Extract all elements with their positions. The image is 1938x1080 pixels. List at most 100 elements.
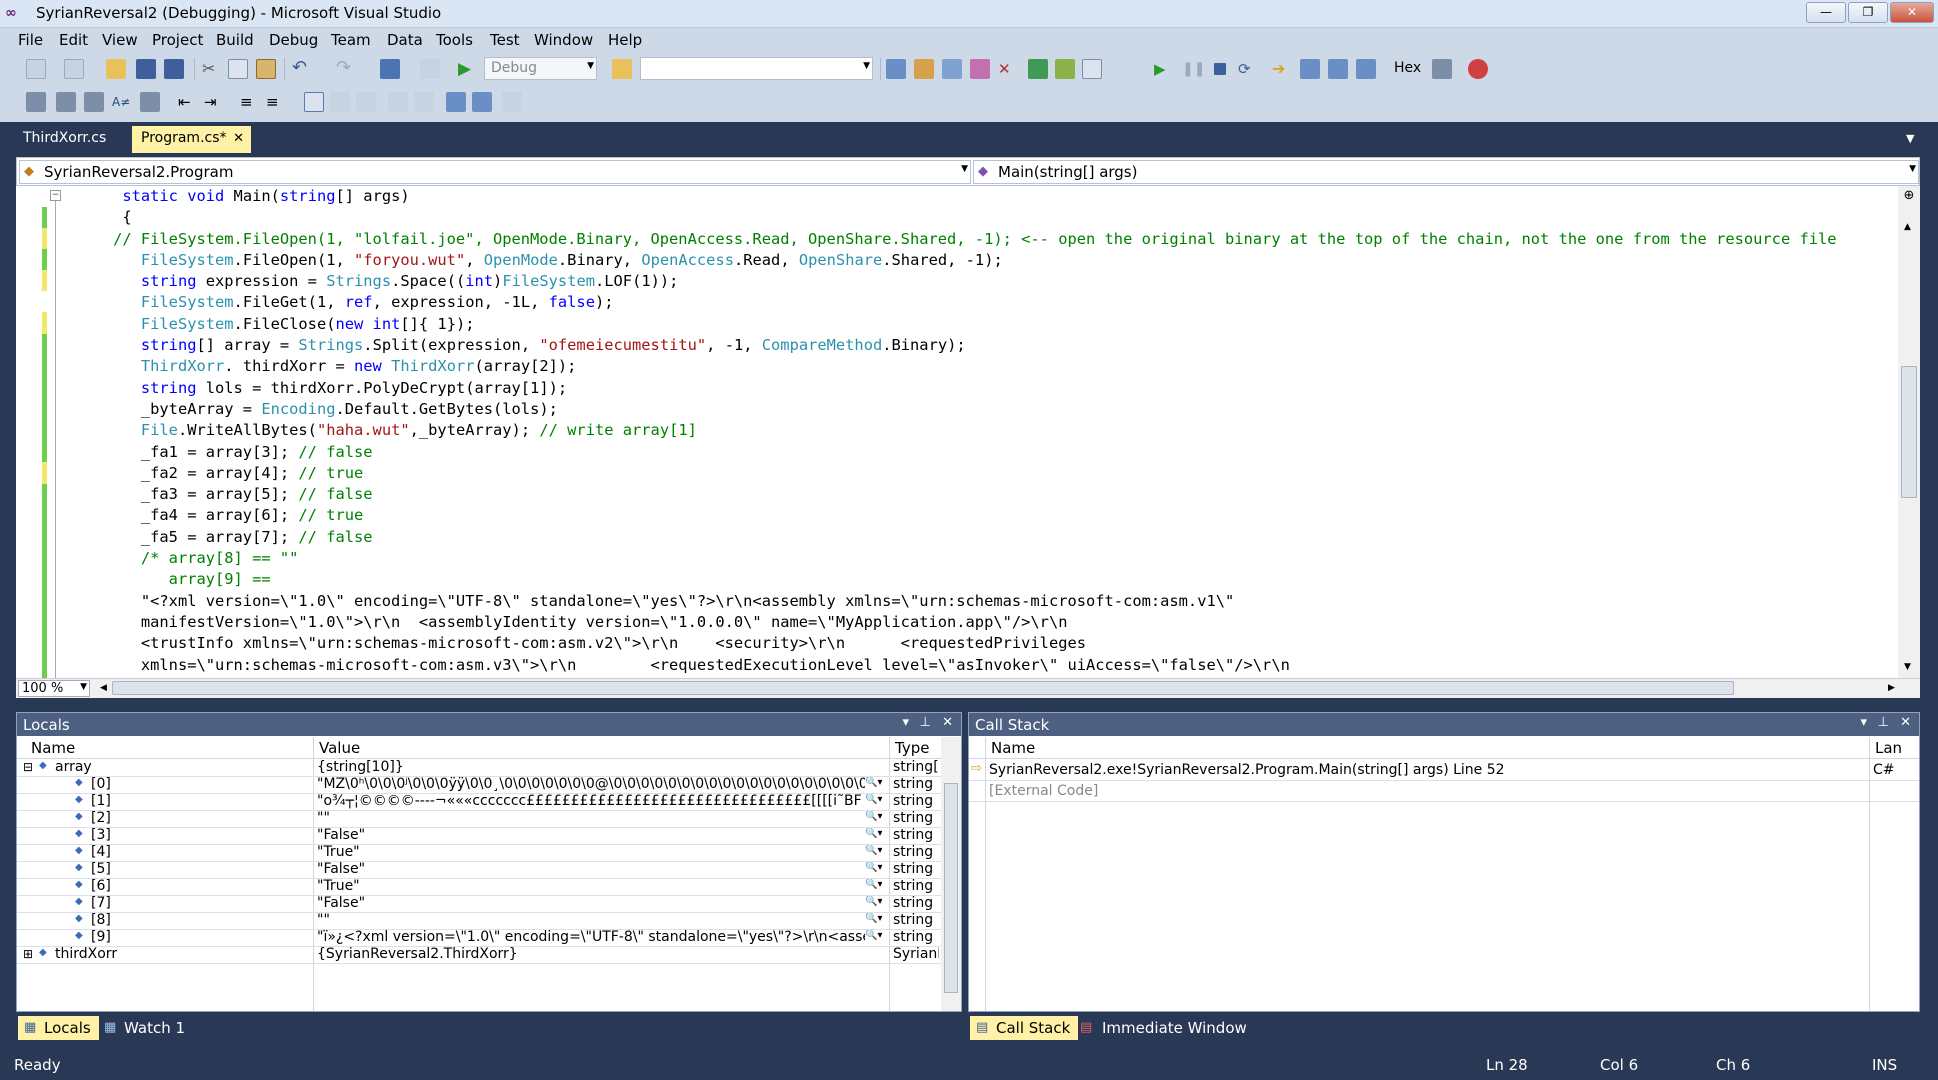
code-line[interactable]: <trustInfo xmlns=\"urn:schemas-microsoft… [76, 633, 1896, 654]
column-name[interactable]: Name [991, 739, 1035, 757]
menu-view[interactable]: View [102, 31, 138, 49]
code-line[interactable]: _fa4 = array[6]; // true [76, 505, 1896, 526]
locals-row[interactable]: ◆ [8] "" 🔍▾ string [17, 912, 941, 930]
locals-scrollbar[interactable] [941, 737, 961, 1011]
menu-help[interactable]: Help [608, 31, 642, 49]
text-visualizer-icon[interactable]: 🔍▾ [865, 777, 882, 788]
type-combo[interactable]: ◆ SyrianReversal2.Program ▼ [19, 160, 971, 184]
window-position-icon[interactable]: ▾ [1860, 715, 1867, 730]
scroll-thumb[interactable] [944, 783, 958, 993]
tab-call-stack[interactable]: ▤ Call Stack [970, 1016, 1079, 1040]
team-explorer-icon[interactable] [1028, 59, 1048, 79]
continue-icon[interactable]: ▶ [1154, 59, 1174, 79]
close-icon[interactable]: ✕ [942, 715, 953, 730]
tab-immediate-window[interactable]: ▤ Immediate Window [1072, 1016, 1255, 1040]
locals-row[interactable]: ⊞ ◆ thirdXorr {SyrianReversal2.ThirdXorr} Sy… [17, 946, 941, 964]
menu-file[interactable]: File [18, 31, 43, 49]
display-object-member-list-icon[interactable] [26, 92, 46, 112]
tab-program[interactable]: Program.cs* ✕ [132, 126, 251, 153]
solution-explorer-icon[interactable] [886, 59, 906, 79]
toggle-bookmark-icon[interactable] [304, 92, 324, 112]
previous-bookmark-icon[interactable] [330, 92, 350, 112]
hex-toggle-button[interactable]: Hex [1394, 60, 1421, 76]
show-next-statement-icon[interactable]: ➔ [1272, 59, 1292, 79]
collapse-icon[interactable]: ⊟ [23, 760, 33, 774]
local-value[interactable]: "o¾┬¦©©©©----¬«««ccccccc££££££££££££££££… [317, 793, 865, 809]
tab-thirdxorr[interactable]: ThirdXorr.cs [14, 126, 115, 153]
pin-icon[interactable]: ⊥ [920, 715, 931, 730]
code-line[interactable]: string lols = thirdXorr.PolyDeCrypt(arra… [76, 378, 1896, 399]
expand-icon[interactable]: ⊞ [23, 947, 33, 961]
display-word-completion-icon[interactable]: A≠ [112, 92, 132, 112]
locals-row[interactable]: ◆ [5] "False" 🔍▾ string [17, 861, 941, 879]
next-bookmark-icon[interactable] [356, 92, 376, 112]
code-line[interactable]: static void Main(string[] args) [76, 186, 1896, 207]
code-line[interactable]: _byteArray = Encoding.Default.GetBytes(l… [76, 399, 1896, 420]
text-visualizer-icon[interactable]: 🔍▾ [865, 930, 882, 941]
toggle-outlining-icon[interactable] [140, 92, 160, 112]
scroll-thumb[interactable] [1901, 366, 1917, 498]
call-stack-row[interactable]: [External Code] [969, 781, 1919, 802]
undo-icon[interactable]: ↶ [292, 59, 312, 79]
breakpoints-icon[interactable] [1468, 59, 1488, 79]
locals-row[interactable]: ◆ [3] "False" 🔍▾ string [17, 827, 941, 845]
menu-test[interactable]: Test [490, 31, 520, 49]
text-visualizer-icon[interactable]: 🔍▾ [865, 811, 882, 822]
menu-tools[interactable]: Tools [436, 31, 473, 49]
code-line[interactable]: _fa3 = array[5]; // false [76, 484, 1896, 505]
split-icon[interactable]: ⊕ [1901, 188, 1917, 204]
open-folder-icon[interactable] [106, 59, 126, 79]
code-line[interactable]: xmlns=\"urn:schemas-microsoft-com:asm.v3… [76, 655, 1896, 676]
hex-display-icon[interactable] [1432, 59, 1452, 79]
code-line[interactable]: _fa5 = array[7]; // false [76, 527, 1896, 548]
column-type[interactable]: Type [895, 739, 929, 757]
scroll-down-icon[interactable]: ▼ [1904, 662, 1911, 672]
local-value[interactable]: "True" [317, 844, 865, 860]
scroll-up-icon[interactable]: ▲ [1904, 222, 1911, 232]
navigate-backward-icon[interactable] [380, 59, 400, 79]
locals-row[interactable]: ◆ [7] "False" 🔍▾ string [17, 895, 941, 913]
member-combo[interactable]: ◆ Main(string[] args) ▼ [973, 160, 1919, 184]
code-line[interactable]: ThirdXorr. thirdXorr = new ThirdXorr(arr… [76, 356, 1896, 377]
step-into-icon[interactable] [1300, 59, 1320, 79]
code-line[interactable]: "<?xml version=\"1.0\" encoding=\"UTF-8\… [76, 591, 1896, 612]
save-icon[interactable] [136, 59, 156, 79]
display-quick-info-icon[interactable] [84, 92, 104, 112]
locals-row[interactable]: ◆ [2] "" 🔍▾ string [17, 810, 941, 828]
close-icon[interactable]: ✕ [233, 131, 244, 146]
local-value[interactable]: "ï»¿<?xml version=\"1.0\" encoding=\"UTF… [317, 929, 865, 945]
stop-debugging-icon[interactable] [1214, 63, 1226, 75]
code-line[interactable]: /* array[8] == "" [76, 548, 1896, 569]
menu-window[interactable]: Window [534, 31, 593, 49]
decrease-indent-icon[interactable]: ⇤ [178, 92, 198, 112]
tab-overflow-icon[interactable]: ▼ [1906, 132, 1914, 145]
menu-project[interactable]: Project [152, 31, 203, 49]
text-visualizer-icon[interactable]: 🔍▾ [865, 862, 882, 873]
close-window-button[interactable]: ✕ [1890, 2, 1934, 23]
collapse-icon[interactable]: − [50, 190, 61, 201]
column-language[interactable]: Lan [1875, 739, 1902, 757]
redo-icon[interactable]: ↷ [336, 59, 356, 79]
menu-edit[interactable]: Edit [59, 31, 88, 49]
code-line[interactable]: File.WriteAllBytes("haha.wut",_byteArray… [76, 420, 1896, 441]
zoom-combo[interactable]: 100 % ▼ [18, 680, 90, 697]
toolbox-icon[interactable] [970, 59, 990, 79]
local-value[interactable]: "False" [317, 861, 865, 877]
menu-data[interactable]: Data [387, 31, 423, 49]
pin-icon[interactable]: ⊥ [1878, 715, 1889, 730]
locals-row[interactable]: ◆ [0] "MZ\0ʰ\0\0\0ʲ\0\0\0ÿÿ\0\0¸\0\0\0\0\0… [17, 776, 941, 794]
save-all-icon[interactable] [164, 59, 184, 79]
increase-indent-icon[interactable]: ⇥ [204, 92, 224, 112]
window-position-icon[interactable]: ▾ [902, 715, 909, 730]
scroll-right-icon[interactable]: ▶ [1888, 683, 1895, 693]
local-value[interactable]: "False" [317, 895, 865, 911]
text-visualizer-icon[interactable]: 🔍▾ [865, 845, 882, 856]
text-visualizer-icon[interactable]: 🔍▾ [865, 913, 882, 924]
restart-icon[interactable]: ⟳ [1238, 59, 1258, 79]
local-value[interactable]: {string[10]} [317, 759, 887, 775]
locals-row[interactable]: ⊟ ◆ array {string[10]} string[] [17, 759, 941, 777]
locals-row[interactable]: ◆ [6] "True" 🔍▾ string [17, 878, 941, 896]
code-line[interactable]: FileSystem.FileOpen(1, "foryou.wut", Ope… [76, 250, 1896, 271]
navigate-forward-icon[interactable] [420, 59, 440, 79]
editor-vertical-scrollbar[interactable]: ⊕ ▲ ▼ [1898, 186, 1920, 678]
